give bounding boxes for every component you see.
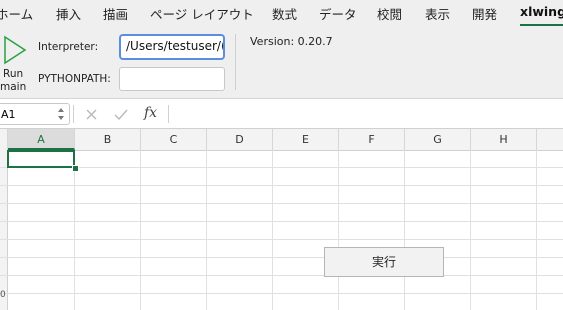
tab-view[interactable]: 表示 <box>425 4 450 23</box>
column-header-b[interactable]: B <box>75 129 141 150</box>
grid-hline <box>0 167 563 168</box>
column-header-h[interactable]: H <box>471 129 537 150</box>
selected-cell-a1[interactable] <box>7 150 75 168</box>
column-header-c[interactable]: C <box>141 129 207 150</box>
grid-vline <box>140 150 141 310</box>
grid-hline <box>0 293 563 294</box>
grid-hline <box>0 239 563 240</box>
tab-home[interactable]: ホーム <box>0 4 33 23</box>
column-header-a[interactable]: A <box>8 129 75 150</box>
formula-bar: A1 fx <box>0 100 563 129</box>
tab-insert[interactable]: 挿入 <box>56 4 81 23</box>
fill-handle[interactable] <box>72 165 79 172</box>
interpreter-label: Interpreter: <box>38 41 99 53</box>
stepper-icon[interactable] <box>57 107 65 121</box>
grid-vline <box>338 150 339 310</box>
column-header-row: A B C D E F G H <box>0 129 563 151</box>
select-all-corner[interactable] <box>0 129 8 150</box>
confirm-icon[interactable] <box>114 109 128 120</box>
grid-vline <box>272 150 273 310</box>
tab-page-layout[interactable]: ページ レイアウト <box>150 4 254 23</box>
run-sheet-button[interactable]: 実行 <box>324 247 444 277</box>
grid-vline <box>470 150 471 310</box>
formula-divider <box>73 105 74 123</box>
grid-hline <box>0 257 563 258</box>
name-box[interactable]: A1 <box>0 103 70 125</box>
cancel-icon[interactable] <box>86 109 97 120</box>
formula-input[interactable] <box>168 105 563 123</box>
run-main-label-1: Run <box>3 68 24 80</box>
cell-grid[interactable] <box>0 150 563 310</box>
tab-review[interactable]: 校閲 <box>377 4 402 23</box>
column-header-e[interactable]: E <box>273 129 339 150</box>
column-header-g[interactable]: G <box>405 129 471 150</box>
grid-vline <box>206 150 207 310</box>
grid-hline <box>0 221 563 222</box>
name-box-value: A1 <box>1 108 16 121</box>
pythonpath-label: PYTHONPATH: <box>38 73 111 85</box>
grid-vline <box>74 150 75 310</box>
grid-vline <box>536 150 537 310</box>
play-icon <box>4 35 27 65</box>
tab-data[interactable]: データ <box>319 4 357 23</box>
row-number-clipped: 0 <box>0 290 6 300</box>
tab-formulas[interactable]: 数式 <box>272 4 297 23</box>
row-header-strip <box>0 150 8 310</box>
grid-vline <box>404 150 405 310</box>
run-main-button[interactable]: Run main <box>0 32 30 94</box>
ribbon-tab-bar: ホーム 挿入 描画 ページ レイアウト 数式 データ 校閲 表示 開発 xlwi… <box>0 0 563 26</box>
interpreter-input[interactable]: /Users/testuser/( <box>119 34 225 60</box>
column-header-f[interactable]: F <box>339 129 405 150</box>
column-header-d[interactable]: D <box>207 129 273 150</box>
tab-xlwings[interactable]: xlwings <box>520 4 563 19</box>
grid-hline <box>0 203 563 204</box>
fx-icon[interactable]: fx <box>144 105 157 121</box>
pythonpath-input[interactable] <box>119 67 225 91</box>
grid-hline <box>0 275 563 276</box>
ribbon-separator <box>235 34 236 90</box>
column-header-i[interactable] <box>537 129 563 150</box>
version-text: Version: 0.20.7 <box>250 35 333 48</box>
run-main-label-2: main <box>0 81 27 93</box>
tab-draw[interactable]: 描画 <box>103 4 128 23</box>
tab-developer[interactable]: 開発 <box>472 4 497 23</box>
grid-hline <box>0 185 563 186</box>
